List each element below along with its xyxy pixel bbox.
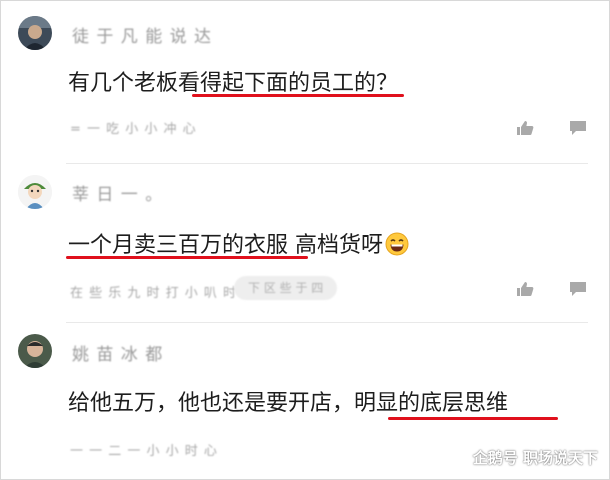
thumbs-up-icon[interactable] — [516, 281, 534, 297]
divider — [66, 163, 588, 164]
comment-text-rest: 高档货呀 — [295, 233, 384, 258]
reply-count-pill[interactable]: 下 区 些 于 四 — [234, 276, 338, 300]
comment-meta: 一 一 二 一 小 小 时 心 — [70, 444, 218, 459]
comment-icon[interactable] — [569, 120, 587, 136]
username[interactable]: 莘 日 一 。 — [72, 180, 163, 205]
comment-meta: = 一 吃 小 小 冲 心 — [70, 122, 197, 137]
username[interactable]: 姚 苗 冰 都 — [72, 340, 163, 365]
divider — [66, 322, 588, 323]
avatar[interactable] — [18, 16, 52, 50]
highlight-underline — [66, 256, 308, 259]
thumbs-up-icon[interactable] — [516, 120, 534, 136]
comment-text: 有几个老板看得起下面的员工的？ — [68, 71, 399, 96]
grinning-emoji-icon — [385, 232, 409, 256]
watermark: 企鹅号 职场说天下 — [451, 446, 598, 468]
comment-icon[interactable] — [569, 281, 587, 297]
highlight-underline — [192, 94, 404, 97]
avatar[interactable] — [18, 175, 52, 209]
highlight-underline — [388, 417, 558, 420]
comment-text-highlighted: 一个月卖三百万的衣服 — [68, 233, 289, 258]
avatar[interactable] — [18, 334, 52, 368]
watermark-text: 企鹅号 职场说天下 — [472, 448, 598, 467]
comment-text: 一个月卖三百万的衣服 高档货呀 — [68, 227, 409, 259]
penguin-logo-icon — [451, 446, 469, 468]
comment-text: 给他五万，他也还是要开店，明显的底层思维 — [68, 391, 509, 416]
username[interactable]: 徒 于 凡 能 说 达 — [72, 22, 212, 47]
